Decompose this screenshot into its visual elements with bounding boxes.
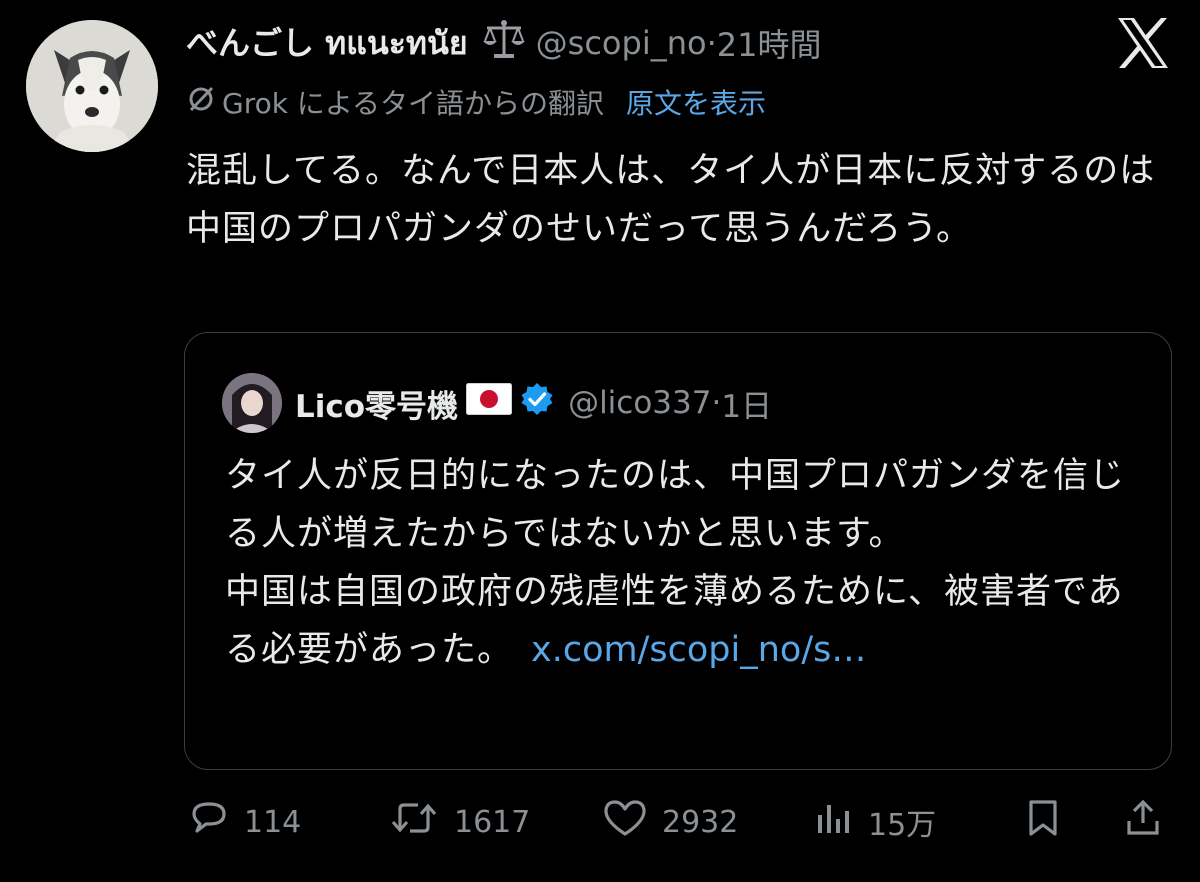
verified-badge-icon xyxy=(520,382,554,424)
quoted-author-name[interactable]: Lico零号機 xyxy=(295,381,458,426)
repost-count: 1617 xyxy=(454,804,531,840)
views-icon xyxy=(812,797,854,847)
author-avatar[interactable] xyxy=(26,20,158,152)
husky-dog-image xyxy=(26,20,158,152)
show-original-link[interactable]: 原文を表示 xyxy=(626,82,766,122)
balance-scale-icon xyxy=(482,18,526,68)
translation-bar: Grok によるタイ語からの翻訳 原文を表示 xyxy=(186,82,766,122)
quoted-text-paragraph-1: タイ人が反日的になったのは、中国プロパガンダを信じる人が増えたからではないかと思… xyxy=(225,456,1126,554)
no-translation-icon xyxy=(186,84,216,121)
repost-button[interactable]: 1617 xyxy=(388,796,530,848)
quoted-separator-dot: · xyxy=(711,385,722,421)
reply-icon xyxy=(188,797,230,847)
quoted-author-avatar[interactable] xyxy=(222,373,282,433)
quoted-tweet-text: タイ人が反日的になったのは、中国プロパガンダを信じる人が増えたからではないかと思… xyxy=(225,447,1145,679)
japan-flag-icon xyxy=(466,383,513,423)
bookmark-icon xyxy=(1022,797,1064,847)
tweet-text: 混乱してる。なんで日本人は、タイ人が日本に反対するのは中国のプロパガンダのせいだ… xyxy=(186,151,1156,249)
separator-dot: · xyxy=(706,24,717,62)
reply-count: 114 xyxy=(244,804,302,840)
repost-icon xyxy=(388,797,440,847)
heart-icon xyxy=(602,797,648,847)
author-handle[interactable]: @scopi_no xyxy=(536,24,707,62)
quoted-tweet-card[interactable]: Lico零号機 @lico337 · 1日 タイ人が反日的になったのは、中国プロ… xyxy=(184,332,1172,770)
tweet-header: べんごし ทแนะทนัย @scopi_no · 21時間 xyxy=(186,18,821,68)
like-count: 2932 xyxy=(662,804,739,840)
reply-button[interactable]: 114 xyxy=(188,796,301,848)
quoted-author-handle[interactable]: @lico337 xyxy=(568,385,711,421)
tweet-time[interactable]: 21時間 xyxy=(717,20,822,66)
quoted-tweet-header: Lico零号機 @lico337 · 1日 xyxy=(295,377,772,429)
quoted-tweet-link[interactable]: x.com/scopi_no/s… xyxy=(531,630,866,670)
bookmark-button[interactable] xyxy=(1022,796,1064,848)
views-button[interactable]: 15万 xyxy=(812,796,936,848)
author-name[interactable]: べんごし ทแนะทนัย xyxy=(186,18,468,69)
share-icon xyxy=(1122,797,1164,847)
share-button[interactable] xyxy=(1122,796,1164,848)
views-count: 15万 xyxy=(868,808,937,843)
x-logo-icon[interactable] xyxy=(1112,12,1174,74)
translation-note: Grok によるタイ語からの翻訳 xyxy=(222,87,605,120)
quoted-tweet-time[interactable]: 1日 xyxy=(721,381,772,426)
action-bar: 114 1617 2932 15万 xyxy=(184,796,1169,848)
quoted-text-paragraph-2: 中国は自国の政府の残虐性を薄めるために、被害者である必要があった。 x.com/s… xyxy=(225,563,1145,679)
like-button[interactable]: 2932 xyxy=(602,796,738,848)
